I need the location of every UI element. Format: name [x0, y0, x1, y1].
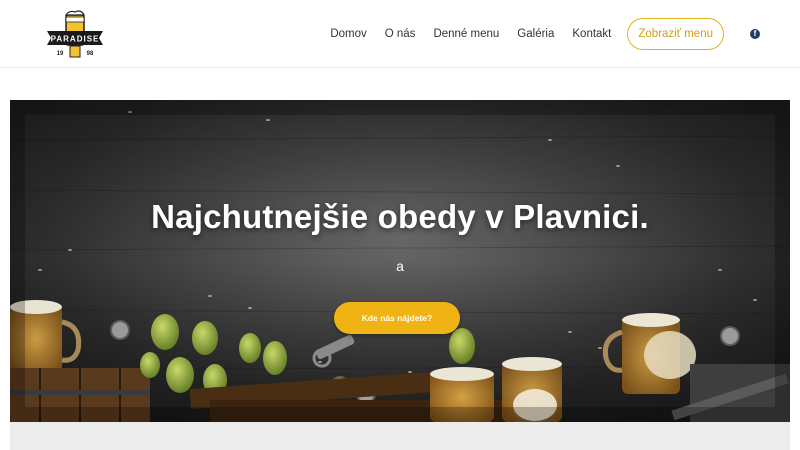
show-menu-button[interactable]: Zobraziť menu — [627, 18, 724, 50]
nav-item-denne-menu[interactable]: Denné menu — [433, 28, 499, 40]
site-header: PARADISE 19 98 Domov O nás Denné menu Ga… — [0, 0, 800, 68]
find-us-button[interactable]: Kde nás nájdete? — [334, 302, 460, 334]
next-section-strip — [10, 422, 790, 450]
hero-subtitle: a — [396, 258, 404, 274]
svg-text:98: 98 — [87, 51, 94, 57]
nav-item-o-nas[interactable]: O nás — [385, 28, 416, 40]
paradise-logo[interactable]: PARADISE 19 98 — [44, 9, 106, 59]
hero-title: Najchutnejšie obedy v Plavnici. — [151, 198, 649, 235]
svg-text:PARADISE: PARADISE — [51, 35, 100, 44]
hero-section: Najchutnejšie obedy v Plavnici. a Kde ná… — [10, 100, 790, 422]
main-nav: Domov O nás Denné menu Galéria Kontakt Z… — [312, 0, 760, 68]
nav-item-domov[interactable]: Domov — [330, 28, 366, 40]
nav-item-galeria[interactable]: Galéria — [517, 28, 554, 40]
facebook-icon[interactable]: f — [750, 29, 760, 39]
logo-graphic: PARADISE 19 98 — [47, 10, 103, 58]
nav-item-kontakt[interactable]: Kontakt — [572, 28, 611, 40]
svg-text:19: 19 — [57, 51, 64, 57]
